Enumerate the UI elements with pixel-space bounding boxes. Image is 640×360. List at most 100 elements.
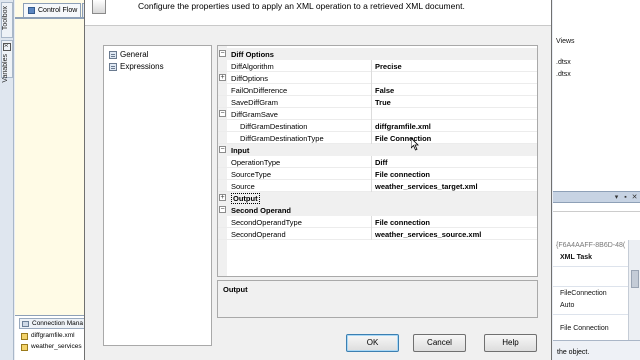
dialog-header-text: Configure the properties used to apply a… — [138, 1, 465, 11]
nav-item-general[interactable]: General — [108, 50, 148, 61]
column-divider[interactable] — [371, 132, 372, 144]
property-value[interactable]: weather_services_source.xml — [375, 230, 481, 239]
column-divider[interactable] — [371, 60, 372, 72]
grid-property-row[interactable]: Source weather_services_target.xml — [218, 180, 537, 192]
property-value[interactable]: diffgramfile.xml — [375, 122, 431, 131]
nav-item-expressions[interactable]: Expressions — [108, 62, 164, 73]
property-description-box: Output — [217, 280, 538, 318]
property-name: DiffGramDestinationType — [240, 134, 324, 143]
property-value[interactable]: File Connection — [375, 134, 431, 143]
grid-category-row[interactable]: − Input — [218, 144, 537, 156]
column-divider[interactable] — [371, 216, 372, 228]
solution-item[interactable]: .dtsx — [556, 59, 571, 66]
column-divider[interactable] — [371, 180, 372, 192]
properties-divider — [553, 314, 628, 315]
column-divider[interactable] — [371, 108, 372, 120]
property-name: Source — [231, 182, 255, 191]
property-name: DiffGramSave — [231, 110, 278, 119]
property-value[interactable]: True — [375, 98, 391, 107]
grid-property-row[interactable]: DiffGramDestination diffgramfile.xml — [218, 120, 537, 132]
connection-managers-icon — [22, 321, 29, 327]
grid-property-row[interactable]: SecondOperandType File connection — [218, 216, 537, 228]
ide-left-toolstrip: Toolbox x Variables — [0, 0, 14, 360]
collapse-icon[interactable]: − — [219, 146, 226, 153]
cancel-button[interactable]: Cancel — [413, 334, 466, 352]
xml-task-icon — [92, 0, 106, 14]
property-name: Second Operand — [231, 206, 292, 215]
nav-item-label: Expressions — [120, 62, 164, 71]
property-row[interactable]: Auto — [560, 302, 574, 309]
toolbox-tab-label: Toolbox — [2, 6, 9, 31]
column-divider[interactable] — [371, 156, 372, 168]
connection-item[interactable]: diffgramfile.xml — [21, 332, 75, 340]
scrollbar-thumb[interactable] — [631, 270, 639, 288]
column-divider[interactable] — [371, 120, 372, 132]
properties-description: the object. — [553, 340, 640, 360]
collapse-icon[interactable]: − — [219, 50, 226, 57]
toolbox-tab[interactable]: Toolbox — [1, 2, 13, 38]
tab-control-flow[interactable]: Control Flow — [23, 3, 81, 17]
grid-category-row[interactable]: + Output — [218, 192, 537, 204]
variables-tab-label: Variables — [2, 54, 9, 83]
properties-scrollbar[interactable] — [628, 240, 640, 352]
solution-item[interactable]: .dtsx — [556, 71, 571, 78]
column-divider[interactable] — [371, 168, 372, 180]
close-icon[interactable]: ✕ — [631, 194, 638, 201]
property-value[interactable]: File connection — [375, 170, 430, 179]
dialog-header: Configure the properties used to apply a… — [85, 0, 551, 26]
collapse-icon[interactable]: − — [219, 110, 226, 117]
property-value[interactable]: False — [375, 86, 394, 95]
property-value[interactable]: weather_services_target.xml — [375, 182, 478, 191]
pin-icon[interactable]: ▪ — [622, 194, 629, 201]
properties-object-name: XML Task — [560, 254, 593, 261]
variables-icon: x — [3, 43, 11, 51]
property-value[interactable]: Diff — [375, 158, 388, 167]
properties-header: ▾ ▪ ✕ — [553, 191, 640, 203]
property-value[interactable]: File connection — [375, 218, 430, 227]
column-divider[interactable] — [371, 228, 372, 240]
grid-property-row[interactable]: SecondOperand weather_services_source.xml — [218, 228, 537, 240]
property-name: FailOnDifference — [231, 86, 288, 95]
expand-icon[interactable]: + — [219, 194, 226, 201]
dropdown-arrow-icon[interactable]: ▾ — [613, 194, 620, 201]
expand-icon[interactable]: + — [219, 74, 226, 81]
property-name: SecondOperandType — [231, 218, 302, 227]
grid-property-row[interactable]: + DiffOptions — [218, 72, 537, 84]
grid-property-row[interactable]: OperationType Diff — [218, 156, 537, 168]
expressions-page-icon — [109, 63, 117, 71]
grid-property-row[interactable]: FailOnDifference False — [218, 84, 537, 96]
grid-property-row[interactable]: SourceType File connection — [218, 168, 537, 180]
toggle-glyph-icon: − — [220, 206, 225, 213]
connection-item-label: diffgramfile.xml — [31, 332, 75, 339]
toggle-glyph-icon: − — [220, 110, 225, 117]
connection-managers-title: Connection Mana — [32, 320, 83, 327]
variables-tab[interactable]: x Variables — [1, 40, 13, 83]
toggle-glyph-icon: − — [220, 50, 225, 57]
column-divider[interactable] — [371, 72, 372, 84]
property-row[interactable]: FileConnection — [560, 290, 607, 297]
property-row[interactable]: File Connection — [560, 325, 609, 332]
grid-property-row[interactable]: − DiffGramSave — [218, 108, 537, 120]
grid-property-row[interactable]: SaveDiffGram True — [218, 96, 537, 108]
solution-item[interactable]: Views — [556, 38, 575, 45]
column-divider[interactable] — [371, 84, 372, 96]
properties-divider — [553, 286, 628, 287]
connection-item[interactable]: weather_services — [21, 343, 82, 351]
collapse-icon[interactable]: − — [219, 206, 226, 213]
property-grid[interactable]: − Diff Options DiffAlgorithm Precise + DiffOp… — [217, 45, 538, 277]
nav-item-label: General — [120, 50, 149, 59]
grid-category-row[interactable]: − Second Operand — [218, 204, 537, 216]
grid-category-row[interactable]: − Diff Options — [218, 48, 537, 60]
help-button[interactable]: Help — [484, 334, 537, 352]
property-name: Input — [231, 146, 250, 155]
grid-property-row[interactable]: DiffGramDestinationType File Connection — [218, 132, 537, 144]
property-name: SecondOperand — [231, 230, 286, 239]
tab-control-flow-label: Control Flow — [38, 7, 78, 14]
properties-object-selector[interactable] — [553, 203, 640, 212]
column-divider[interactable] — [371, 96, 372, 108]
control-flow-icon — [28, 7, 35, 14]
grid-property-row[interactable]: DiffAlgorithm Precise — [218, 60, 537, 72]
ok-button[interactable]: OK — [346, 334, 399, 352]
properties-object-id[interactable]: {F6A4AAFF-8B6D-48( — [556, 242, 625, 249]
property-value[interactable]: Precise — [375, 62, 402, 71]
